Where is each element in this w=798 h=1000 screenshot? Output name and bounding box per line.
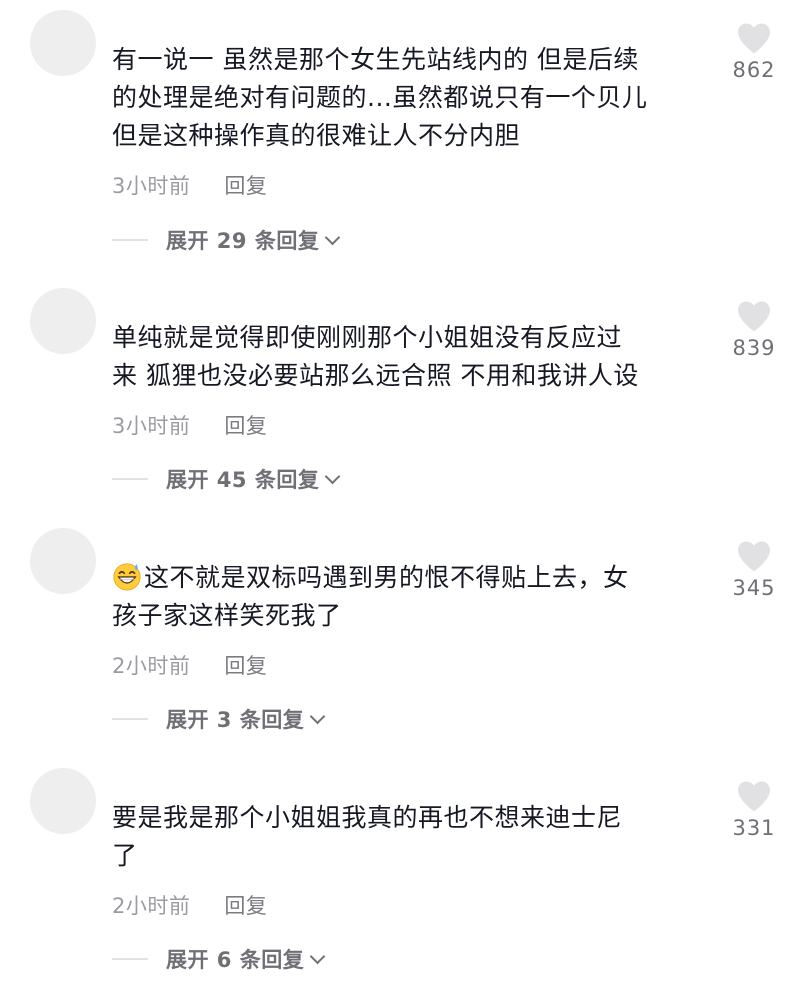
expand-replies-button[interactable]: 展开 6 条回复 xyxy=(112,944,326,974)
grinning-sweat-emoji-icon xyxy=(113,563,141,591)
like-button[interactable]: 331 xyxy=(718,780,790,840)
expand-replies-button[interactable]: 展开 29 条回复 xyxy=(112,225,341,255)
like-count: 331 xyxy=(732,816,776,840)
timestamp: 3小时前 xyxy=(112,414,191,438)
chevron-down-icon xyxy=(325,229,341,245)
comment-meta: 2小时前 回复 xyxy=(112,890,267,920)
reply-button[interactable]: 回复 xyxy=(224,170,267,200)
comment-text: 要是我是那个小姐姐我真的再也不想来迪士尼 了 xyxy=(112,799,702,875)
comment-line: 但是这种操作真的很难让人不分内胆 xyxy=(112,121,521,150)
divider xyxy=(112,239,148,241)
heart-icon xyxy=(738,301,770,332)
like-button[interactable]: 345 xyxy=(718,540,790,600)
comment-meta: 3小时前 回复 xyxy=(112,410,267,440)
reply-button[interactable]: 回复 xyxy=(224,650,267,680)
comment-item: 要是我是那个小姐姐我真的再也不想来迪士尼 了 2小时前 回复 展开 6 条回复 … xyxy=(0,758,798,998)
comment-feed: 有一说一 虽然是那个女生先站线内的 但是后续 的处理是绝对有问题的...虽然都说… xyxy=(0,0,798,1000)
comment-line: 的处理是绝对有问题的...虽然都说只有一个贝儿 xyxy=(112,83,648,112)
expand-replies-label: 展开 3 条回复 xyxy=(166,708,305,732)
like-count: 862 xyxy=(732,58,776,82)
timestamp: 2小时前 xyxy=(112,894,191,918)
like-count: 345 xyxy=(732,576,776,600)
avatar[interactable] xyxy=(30,288,96,354)
expand-replies-label: 展开 45 条回复 xyxy=(166,468,320,492)
chevron-down-icon xyxy=(309,948,326,964)
comment-item: 有一说一 虽然是那个女生先站线内的 但是后续 的处理是绝对有问题的...虽然都说… xyxy=(0,0,798,253)
comment-text: 这不就是双标吗遇到男的恨不得贴上去，女 孩子家这样笑死我了 xyxy=(112,559,702,635)
avatar[interactable] xyxy=(30,528,96,594)
avatar[interactable] xyxy=(30,10,96,76)
reply-button[interactable]: 回复 xyxy=(224,890,267,920)
expand-replies-button[interactable]: 展开 45 条回复 xyxy=(112,464,341,494)
expand-replies-button[interactable]: 展开 3 条回复 xyxy=(112,704,326,734)
timestamp: 2小时前 xyxy=(112,654,191,678)
divider xyxy=(112,718,148,720)
comment-line: 单纯就是觉得即使刚刚那个小姐姐没有反应过 xyxy=(112,323,623,352)
heart-icon xyxy=(738,541,770,572)
expand-replies-label: 展开 6 条回复 xyxy=(166,948,305,972)
comment-item: 单纯就是觉得即使刚刚那个小姐姐没有反应过 来 狐狸也没必要站那么远合照 不用和我… xyxy=(0,278,798,518)
expand-replies-label: 展开 29 条回复 xyxy=(166,229,320,253)
divider xyxy=(112,958,148,960)
chevron-down-icon xyxy=(325,468,341,484)
comment-line: 要是我是那个小姐姐我真的再也不想来迪士尼 xyxy=(112,803,623,832)
comment-text: 单纯就是觉得即使刚刚那个小姐姐没有反应过 来 狐狸也没必要站那么远合照 不用和我… xyxy=(112,319,702,395)
comment-meta: 2小时前 回复 xyxy=(112,650,267,680)
timestamp: 3小时前 xyxy=(112,174,191,198)
comment-line-text: 这不就是双标吗遇到男的恨不得贴上去，女 xyxy=(144,563,629,592)
like-button[interactable]: 862 xyxy=(718,22,790,82)
comment-line: 这不就是双标吗遇到男的恨不得贴上去，女 xyxy=(112,559,702,597)
avatar[interactable] xyxy=(30,768,96,834)
comment-meta: 3小时前 回复 xyxy=(112,170,267,200)
heart-icon xyxy=(738,23,770,54)
reply-button[interactable]: 回复 xyxy=(224,410,267,440)
divider xyxy=(112,478,148,480)
comment-line: 有一说一 虽然是那个女生先站线内的 但是后续 xyxy=(112,45,639,74)
like-button[interactable]: 839 xyxy=(718,300,790,360)
chevron-down-icon xyxy=(309,708,326,724)
comment-line: 了 xyxy=(112,841,138,870)
comment-line: 孩子家这样笑死我了 xyxy=(112,601,342,630)
comment-line: 来 狐狸也没必要站那么远合照 不用和我讲人设 xyxy=(112,361,639,390)
comment-item: 这不就是双标吗遇到男的恨不得贴上去，女 孩子家这样笑死我了 2小时前 回复 展开… xyxy=(0,518,798,758)
heart-icon xyxy=(738,781,770,812)
like-count: 839 xyxy=(732,336,776,360)
comment-text: 有一说一 虽然是那个女生先站线内的 但是后续 的处理是绝对有问题的...虽然都说… xyxy=(112,41,702,155)
